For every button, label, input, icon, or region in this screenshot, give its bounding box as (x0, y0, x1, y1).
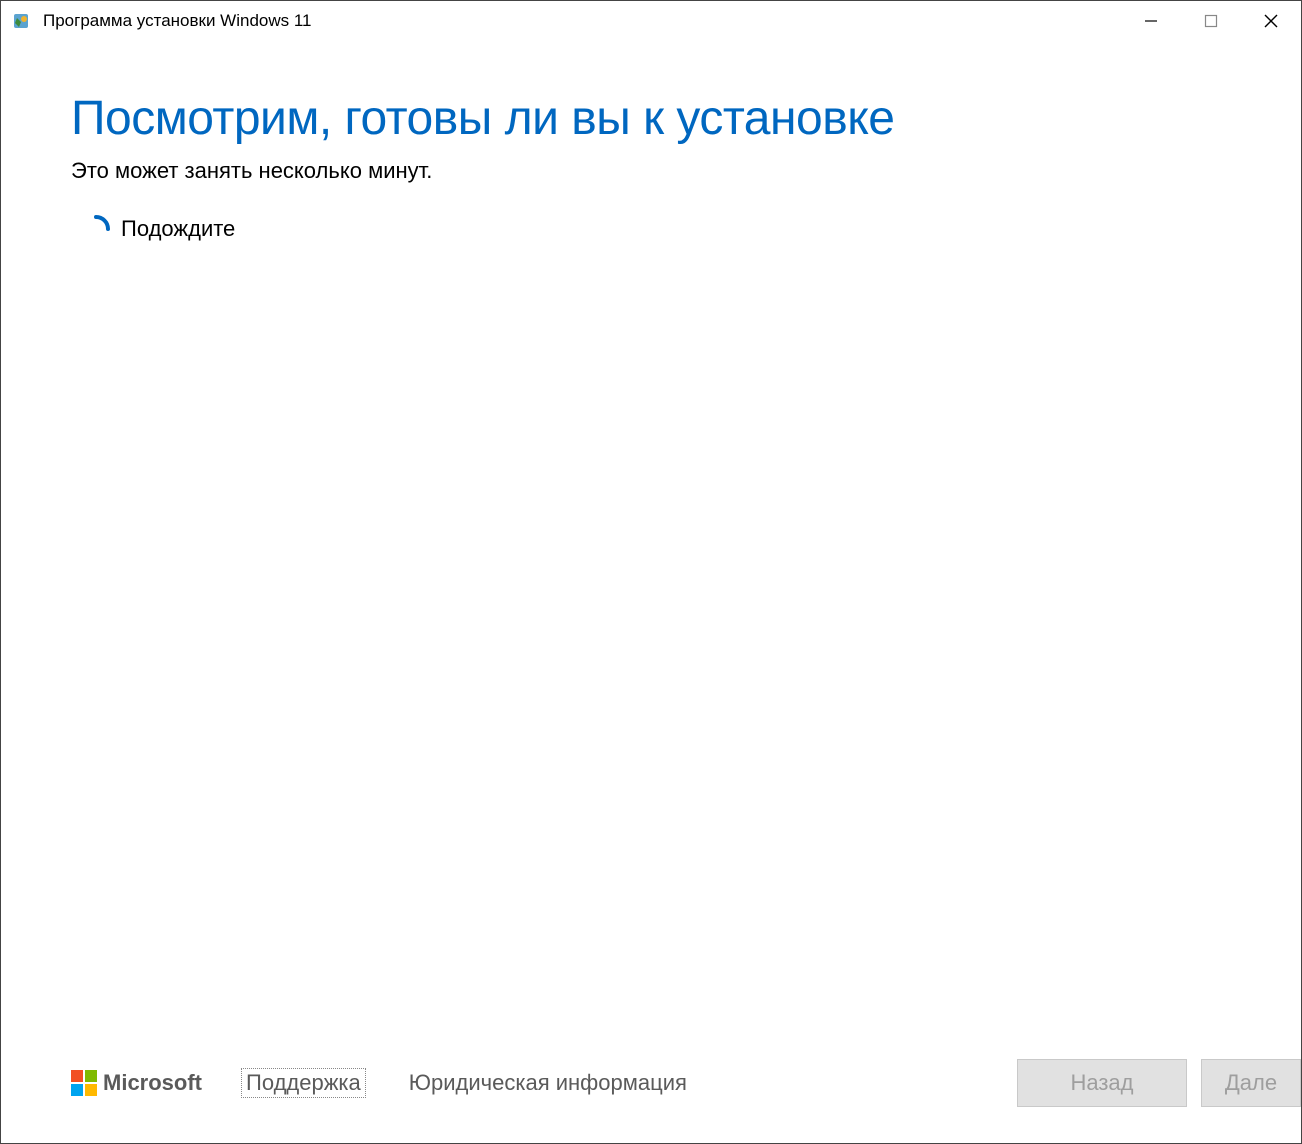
content-area: Посмотрим, готовы ли вы к установке Это … (1, 41, 1301, 1053)
footer: Microsoft Поддержка Юридическая информац… (1, 1053, 1301, 1143)
app-icon (11, 10, 33, 32)
titlebar: Программа установки Windows 11 (1, 1, 1301, 41)
window-title: Программа установки Windows 11 (43, 11, 1121, 31)
legal-link[interactable]: Юридическая информация (405, 1069, 691, 1097)
nav-buttons: Назад Дале (1017, 1059, 1301, 1107)
microsoft-logo: Microsoft (71, 1070, 202, 1096)
wait-indicator: Подождите (81, 214, 1231, 244)
maximize-button[interactable] (1181, 1, 1241, 41)
spinner-icon (81, 214, 111, 244)
wait-label: Подождите (121, 216, 235, 242)
back-button[interactable]: Назад (1017, 1059, 1187, 1107)
microsoft-logo-text: Microsoft (103, 1070, 202, 1096)
page-title: Посмотрим, готовы ли вы к установке (71, 91, 1231, 146)
window-controls (1121, 1, 1301, 41)
installer-window: Программа установки Windows 11 Посмот (0, 0, 1302, 1144)
minimize-button[interactable] (1121, 1, 1181, 41)
next-button[interactable]: Дале (1201, 1059, 1301, 1107)
close-button[interactable] (1241, 1, 1301, 41)
microsoft-logo-icon (71, 1070, 97, 1096)
support-link[interactable]: Поддержка (242, 1069, 365, 1097)
page-subtitle: Это может занять несколько минут. (71, 158, 1231, 184)
